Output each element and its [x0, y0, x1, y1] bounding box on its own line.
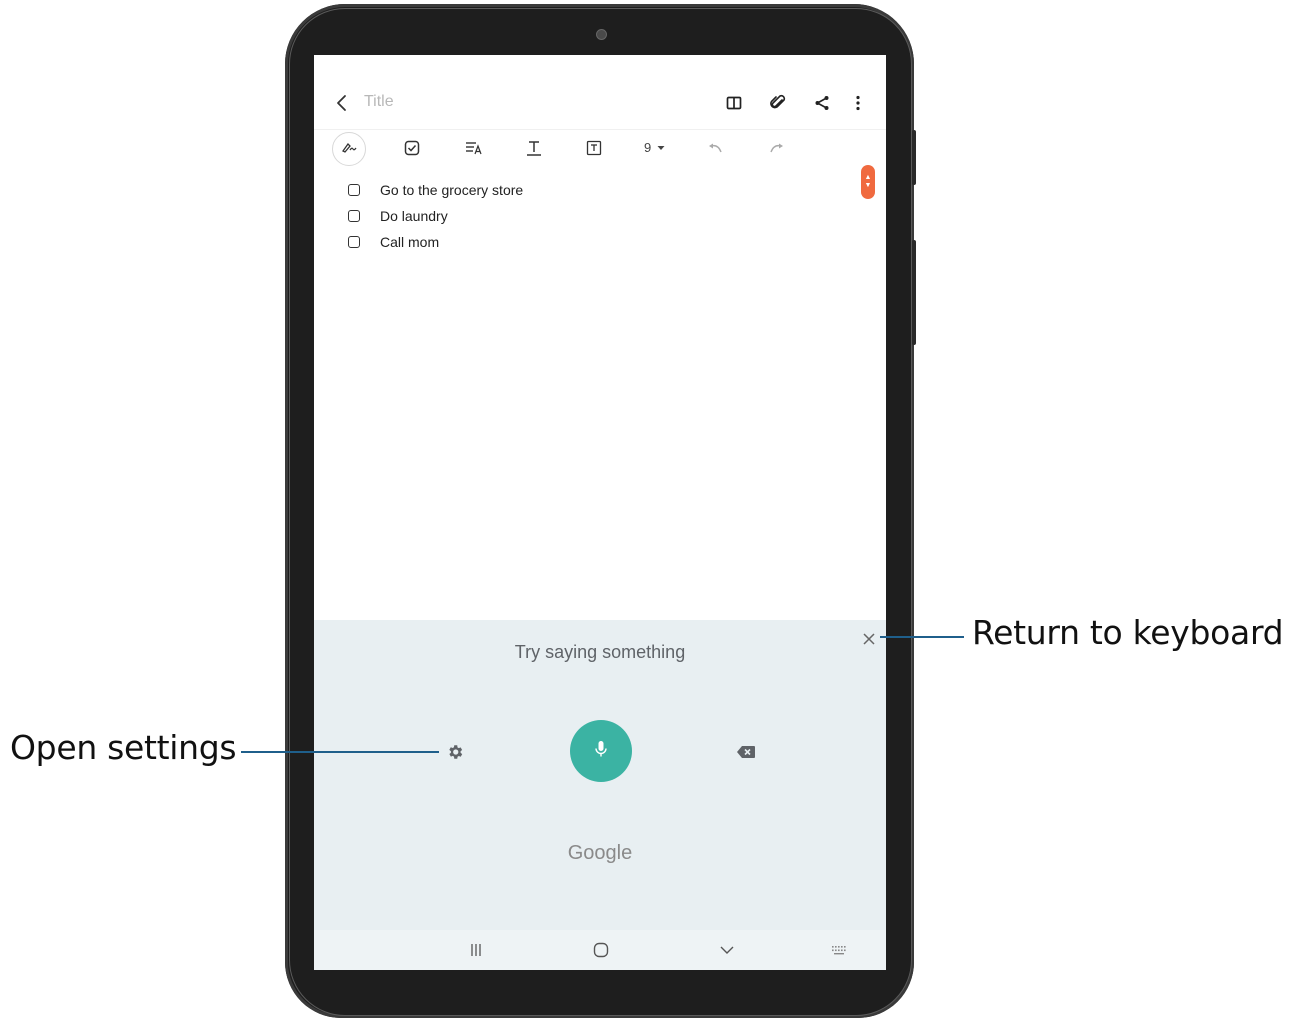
- back-icon[interactable]: [330, 91, 354, 115]
- checkbox-icon[interactable]: [400, 136, 424, 160]
- text-format-icon[interactable]: [522, 136, 546, 160]
- mic-icon: [594, 740, 608, 763]
- checkbox[interactable]: [348, 210, 360, 222]
- keyboard-icon[interactable]: [827, 938, 851, 962]
- title-field[interactable]: Title: [364, 93, 394, 111]
- reading-mode-icon[interactable]: [722, 91, 746, 115]
- hide-keyboard-icon[interactable]: [715, 938, 739, 962]
- list-item-label: Go to the grocery store: [380, 182, 524, 198]
- undo-icon[interactable]: [704, 136, 728, 160]
- attach-icon[interactable]: [766, 91, 790, 115]
- navigation-bar: [314, 930, 886, 970]
- screen: Title 9 Go to the grocery store Do laund…: [314, 55, 886, 970]
- pen-icon: [341, 140, 357, 159]
- list-item[interactable]: Call mom: [348, 231, 439, 253]
- recent-apps-icon[interactable]: [464, 938, 488, 962]
- font-size-selector[interactable]: 9: [644, 140, 651, 155]
- power-button: [912, 240, 916, 345]
- scroll-handle[interactable]: ▲ ▼: [861, 165, 875, 199]
- google-logo-text: Google: [567, 842, 633, 864]
- more-icon[interactable]: [846, 91, 870, 115]
- list-item-label: Call mom: [380, 234, 440, 250]
- checkbox[interactable]: [348, 184, 360, 196]
- list-item[interactable]: Go to the grocery store: [348, 179, 523, 201]
- list-item[interactable]: Do laundry: [348, 205, 448, 227]
- share-icon[interactable]: [810, 91, 834, 115]
- dropdown-icon[interactable]: [654, 140, 668, 156]
- volume-button: [912, 130, 916, 185]
- backspace-icon[interactable]: [734, 741, 758, 763]
- open-settings-callout-line: [241, 751, 439, 753]
- home-icon[interactable]: [589, 938, 613, 962]
- formatting-toolbar: 9: [314, 129, 886, 166]
- return-to-keyboard-callout: Return to keyboard: [972, 613, 1284, 652]
- checkbox[interactable]: [348, 236, 360, 248]
- return-to-keyboard-callout-line: [880, 636, 964, 638]
- text-style-icon[interactable]: [462, 136, 486, 160]
- mic-button[interactable]: [570, 720, 632, 782]
- settings-icon[interactable]: [444, 741, 466, 763]
- redo-icon[interactable]: [764, 136, 788, 160]
- pen-mode-button[interactable]: [332, 132, 366, 166]
- voice-input-panel: Try saying something Google: [314, 620, 886, 930]
- chevron-down-icon: ▼: [864, 182, 872, 189]
- chevron-up-icon: ▲: [864, 174, 872, 181]
- open-settings-callout: Open settings: [10, 728, 237, 767]
- voice-prompt: Try saying something: [514, 642, 686, 662]
- app-bar: Title: [314, 85, 886, 119]
- list-item-label: Do laundry: [380, 208, 448, 224]
- text-box-icon[interactable]: [582, 136, 606, 160]
- front-camera: [596, 29, 607, 40]
